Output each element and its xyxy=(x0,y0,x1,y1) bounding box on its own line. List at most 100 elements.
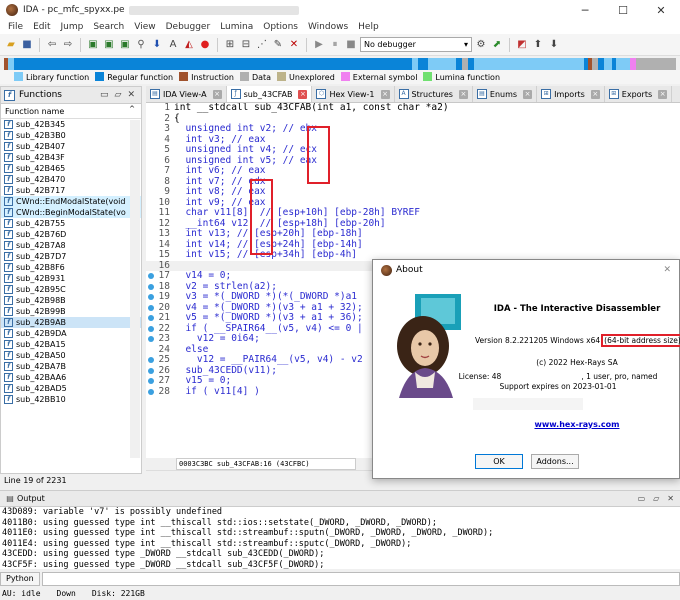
tab-enums[interactable]: ▤ Enums × xyxy=(473,86,538,102)
function-item[interactable]: f sub_42B99B xyxy=(1,306,141,317)
lumina-push-icon[interactable]: ⬆ xyxy=(531,38,545,52)
breakpoint-dot-icon[interactable] xyxy=(148,294,154,300)
function-item[interactable]: f sub_42BA7B xyxy=(1,361,141,372)
code-line[interactable]: 1 int __stdcall sub_43CFAB(int a1, const … xyxy=(146,103,680,114)
patch-icon[interactable]: ✎ xyxy=(271,38,285,52)
menu-search[interactable]: Search xyxy=(88,22,129,32)
tab-imports[interactable]: ⊞ Imports × xyxy=(537,86,605,102)
close-button[interactable]: ✕ xyxy=(642,4,680,17)
edit-icon[interactable]: ▣ xyxy=(118,38,132,52)
function-item[interactable]: f sub_42B717 xyxy=(1,185,141,196)
stop-debug-icon[interactable]: ■ xyxy=(344,38,358,52)
down-arrow-icon[interactable]: ⬇ xyxy=(150,38,164,52)
paste-icon[interactable]: ▣ xyxy=(102,38,116,52)
menu-help[interactable]: Help xyxy=(353,22,384,32)
close-panel-icon[interactable]: ✕ xyxy=(667,494,674,503)
code-icon[interactable]: ◭ xyxy=(182,38,196,52)
function-item[interactable]: f sub_42B8F6 xyxy=(1,262,141,273)
tab-ida-view-a[interactable]: ▤ IDA View-A × xyxy=(146,86,227,102)
breakpoint-dot-icon[interactable] xyxy=(148,273,154,279)
function-item[interactable]: f sub_42B76D xyxy=(1,229,141,240)
close-tab-icon[interactable]: × xyxy=(523,89,533,99)
function-item[interactable]: f sub_42B9AB xyxy=(1,317,141,328)
breakpoint-dot-icon[interactable] xyxy=(148,357,154,363)
menu-jump[interactable]: Jump xyxy=(56,22,89,32)
function-item[interactable]: f sub_42B95C xyxy=(1,284,141,295)
function-item[interactable]: f sub_42B3B0 xyxy=(1,130,141,141)
struct-icon[interactable]: ⊟ xyxy=(239,38,253,52)
function-item[interactable]: f sub_42B43F xyxy=(1,152,141,163)
tab-sub-43cfab[interactable]: ƒ sub_43CFAB × xyxy=(226,86,313,102)
menu-file[interactable]: File xyxy=(0,22,28,32)
breakpoint-dot-icon[interactable] xyxy=(148,325,154,332)
function-item[interactable]: f sub_42BA50 xyxy=(1,350,141,361)
function-item[interactable]: f sub_42B931 xyxy=(1,273,141,284)
breakpoint-dot-icon[interactable] xyxy=(148,378,154,384)
menu-lumina[interactable]: Lumina xyxy=(215,22,258,32)
save-icon[interactable]: ■ xyxy=(20,38,34,52)
graph-icon[interactable]: ⊞ xyxy=(223,38,237,52)
breakpoint-dot-icon[interactable] xyxy=(148,336,154,342)
function-item[interactable]: f sub_42B345 xyxy=(1,119,141,130)
maximize-button[interactable]: ☐ xyxy=(604,4,642,17)
function-item[interactable]: f sub_42B407 xyxy=(1,141,141,152)
function-item[interactable]: f sub_42B755 xyxy=(1,218,141,229)
float-icon[interactable]: ▱ xyxy=(115,90,122,100)
close-panel-icon[interactable]: ✕ xyxy=(127,90,135,100)
breakpoint-dot-icon[interactable] xyxy=(148,367,154,374)
breakpoint-dot-icon[interactable] xyxy=(148,315,154,321)
function-item[interactable]: f CWnd::BeginModalState(vo xyxy=(1,207,141,218)
lumina-pull-icon[interactable]: ⬇ xyxy=(547,38,561,52)
forward-icon[interactable]: ⇨ xyxy=(61,38,75,52)
float-icon[interactable]: ▱ xyxy=(653,494,659,503)
function-name-column[interactable]: Function name ^ xyxy=(1,104,141,119)
menu-edit[interactable]: Edit xyxy=(28,22,55,32)
back-icon[interactable]: ⇦ xyxy=(45,38,59,52)
function-item[interactable]: f sub_42B465 xyxy=(1,163,141,174)
function-item[interactable]: f sub_42BA15 xyxy=(1,339,141,350)
function-item[interactable]: f sub_42B98B xyxy=(1,295,141,306)
play-icon[interactable]: ▶ xyxy=(312,38,326,52)
menu-debugger[interactable]: Debugger xyxy=(161,22,216,32)
function-item[interactable]: f sub_42BAA6 xyxy=(1,372,141,383)
tab-structures[interactable]: A Structures × xyxy=(395,86,473,102)
function-item[interactable]: f sub_42BAD5 xyxy=(1,383,141,394)
stop-icon[interactable]: ✕ xyxy=(287,38,301,52)
attach-icon[interactable]: ⚙ xyxy=(474,38,488,52)
minimize-button[interactable]: ─ xyxy=(566,4,604,17)
breakpoint-dot-icon[interactable] xyxy=(148,388,154,395)
breakpoint-dot-icon[interactable] xyxy=(148,283,154,290)
python-input[interactable] xyxy=(41,571,680,586)
panel-menu-icon[interactable]: ▭ xyxy=(100,90,109,100)
pause-icon[interactable]: ⏸ xyxy=(328,38,342,52)
menu-options[interactable]: Options xyxy=(258,22,303,32)
debugger-select[interactable]: No debugger ▾ xyxy=(360,37,472,52)
function-list-scrollbar[interactable] xyxy=(130,120,140,458)
breakpoint-icon[interactable]: ● xyxy=(198,38,212,52)
close-icon[interactable]: ✕ xyxy=(663,265,671,275)
panel-menu-icon[interactable]: ▭ xyxy=(638,494,646,503)
close-tab-icon[interactable]: × xyxy=(458,89,468,99)
search-icon[interactable]: ⚲ xyxy=(134,38,148,52)
navigation-band[interactable] xyxy=(4,58,676,70)
open-folder-icon[interactable]: ▰ xyxy=(4,38,18,52)
output-log[interactable]: 43D089: variable 'v7' is possibly undefi… xyxy=(0,507,680,569)
menu-windows[interactable]: Windows xyxy=(303,22,353,32)
close-tab-icon[interactable]: × xyxy=(658,89,668,99)
function-item[interactable]: f sub_42B9DA xyxy=(1,328,141,339)
tab-exports[interactable]: ⊞ Exports × xyxy=(605,86,673,102)
copy-icon[interactable]: ▣ xyxy=(86,38,100,52)
function-item[interactable]: f sub_42B7D7 xyxy=(1,251,141,262)
close-tab-icon[interactable]: × xyxy=(298,89,308,99)
close-tab-icon[interactable]: × xyxy=(380,89,390,99)
trace-icon[interactable]: ⬈ xyxy=(490,38,504,52)
xref-icon[interactable]: ⋰ xyxy=(255,38,269,52)
function-item[interactable]: f sub_42B7A8 xyxy=(1,240,141,251)
function-item[interactable]: f sub_42BB10 xyxy=(1,394,141,405)
addons-button[interactable]: Addons... xyxy=(531,454,579,469)
tab-hex-view-1[interactable]: ⬡ Hex View-1 × xyxy=(312,86,395,102)
text-icon[interactable]: A xyxy=(166,38,180,52)
function-item[interactable]: f sub_42B470 xyxy=(1,174,141,185)
breakpoint-dot-icon[interactable] xyxy=(148,304,154,311)
lumina-icon[interactable]: ◩ xyxy=(515,38,529,52)
